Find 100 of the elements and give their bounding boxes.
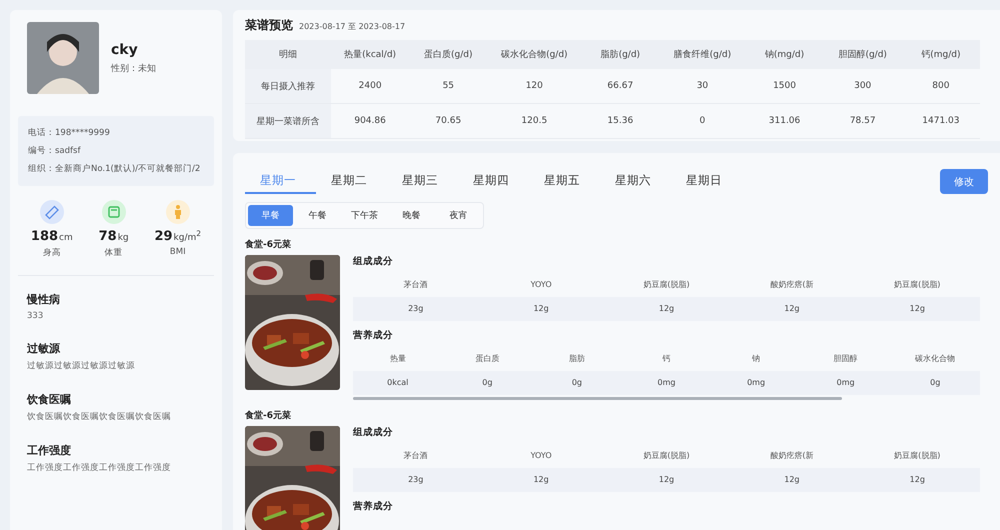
column-header: 奶豆腐(脱脂) [893, 279, 942, 291]
day-tab[interactable]: 星期三 [387, 169, 458, 194]
column-header: 碳水化合物(g/d) [500, 48, 569, 62]
ruler-icon [40, 200, 64, 224]
day-tab[interactable]: 星期五 [529, 169, 600, 194]
column-header: 钠 [751, 353, 762, 365]
column-header: 蛋白质 [474, 353, 500, 365]
dish-name: 食堂-6元菜 [245, 409, 292, 422]
column-header: 胆固醇 [832, 353, 859, 365]
edit-button[interactable]: 修改 [940, 169, 988, 194]
column-header: 钙(mg/d) [920, 49, 962, 62]
stat-unit: kg/m$^{2}$ [174, 229, 202, 243]
table-cell-text: 300 [853, 80, 872, 93]
table-cell: 0mg [622, 371, 712, 395]
table-cell: 23g [353, 297, 478, 321]
column-header: 热量(kcal/d) [343, 48, 398, 62]
nutrition-title: 营养成分 [353, 329, 394, 342]
column-header: 茅台酒 [402, 450, 429, 462]
column-header: 奶豆腐(脱脂) [893, 450, 942, 462]
column-header: 茅台酒 [402, 279, 429, 291]
column-header: 明细 [278, 48, 298, 62]
column-header: 酸奶疙瘩(新 [769, 279, 814, 291]
table-cell: 0mg [800, 371, 890, 395]
column-header: 蛋白质(g/d) [423, 48, 474, 62]
table-cell-text: 311.06 [768, 115, 802, 128]
table-cell-text: 0 [698, 115, 706, 128]
stat-label: 体重 [104, 247, 123, 259]
day-tab[interactable]: 星期二 [316, 169, 387, 194]
dish-name: 食堂-6元菜 [245, 238, 292, 251]
user-name: cky [111, 42, 139, 58]
section-text: 工作强度工作强度工作强度工作强度 [27, 462, 172, 474]
table-cell: 0mg [711, 371, 801, 395]
table-cell-text: 120.5 [520, 115, 548, 128]
table-cell: 每日摄入推荐 [245, 69, 331, 103]
ingredients-title: 组成成分 [353, 426, 394, 439]
table-cell: 12g [478, 468, 604, 492]
section-text: 333 [27, 311, 44, 321]
table-cell: 12g [854, 468, 980, 492]
meal-tab[interactable]: 夜宵 [436, 205, 481, 226]
column-header: 酸奶疙瘩(新 [769, 450, 814, 462]
stat-label: 身高 [42, 247, 61, 259]
date-range: 2023-08-17 至 2023-08-17 [299, 21, 406, 32]
table-cell-text: 55 [442, 80, 456, 93]
column-header: 碳水化合物 [914, 353, 956, 365]
day-tab[interactable]: 星期六 [600, 169, 671, 194]
column-header: 奶豆腐(脱脂) [642, 279, 691, 291]
table-cell: 12g [729, 468, 855, 492]
scrollbar[interactable] [353, 397, 842, 400]
column-header: 热量 [388, 353, 407, 365]
column-header: 奶豆腐(脱脂) [642, 450, 691, 462]
phone-text: 电话：198****9999 [28, 127, 111, 140]
org-text: 组织：全新商户No.1(默认)/不可就餐部门/2 [28, 162, 202, 176]
column-header: 钙 [661, 353, 672, 365]
table-cell-text: 1471.03 [921, 115, 960, 128]
person-icon [166, 200, 190, 224]
stat-value: 78 [98, 229, 117, 244]
table-cell-text: 800 [931, 80, 950, 93]
scale-icon [102, 200, 126, 224]
table-cell-text: 904.86 [353, 115, 387, 128]
table-cell: 23g [353, 468, 478, 492]
section-title: 工作强度 [27, 443, 72, 458]
day-tab[interactable]: 星期四 [458, 169, 529, 194]
table-cell-text: 120 [524, 80, 544, 93]
table-cell: 0g [442, 371, 532, 395]
code-text: 编号：sadfsf [28, 145, 82, 158]
column-header: 胆固醇(g/d) [837, 48, 888, 62]
day-tab[interactable]: 星期日 [671, 169, 742, 194]
column-header: 钠(mg/d) [764, 48, 806, 62]
column-header: YOYO [530, 279, 553, 291]
section-title: 过敏源 [27, 341, 61, 356]
table-cell: 0g [890, 371, 980, 395]
meal-tab[interactable]: 午餐 [295, 205, 340, 226]
table-cell: 0g [532, 371, 622, 395]
table-cell-text: 30 [696, 80, 710, 93]
section-title: 慢性病 [27, 292, 61, 307]
nutrition-title: 营养成分 [353, 500, 394, 513]
section-text: 过敏源过敏源过敏源过敏源 [27, 360, 136, 372]
table-cell-text: 66.67 [606, 80, 634, 93]
column-header: 膳食纤维(g/d) [672, 48, 732, 62]
table-cell: 12g [604, 297, 730, 321]
stat-label: BMI [170, 247, 186, 257]
gender-text: 性别：未知 [111, 62, 156, 74]
stat-unit: cm [59, 233, 73, 243]
table-cell-text: 15.36 [606, 115, 634, 128]
preview-title: 菜谱预览 [245, 17, 293, 34]
table-cell-text: 78.57 [848, 115, 877, 128]
meal-tab[interactable]: 下午茶 [342, 205, 387, 226]
section-text: 饮食医嘱饮食医嘱饮食医嘱饮食医嘱 [27, 411, 172, 423]
table-cell: 星期一菜谱所含 [245, 104, 331, 138]
table-cell: 0kcal [353, 371, 443, 395]
stat-value: 188 [30, 229, 58, 244]
avatar [27, 22, 99, 94]
meal-tab[interactable]: 早餐 [248, 205, 293, 226]
table-cell: 12g [604, 468, 730, 492]
meal-tab[interactable]: 晚餐 [389, 205, 434, 226]
column-header: 脂肪(g/d) [600, 48, 642, 62]
section-title: 饮食医嘱 [27, 392, 72, 407]
table-cell-text: 70.65 [434, 115, 462, 128]
stat-unit: kg [118, 233, 129, 243]
table-cell: 12g [478, 297, 604, 321]
